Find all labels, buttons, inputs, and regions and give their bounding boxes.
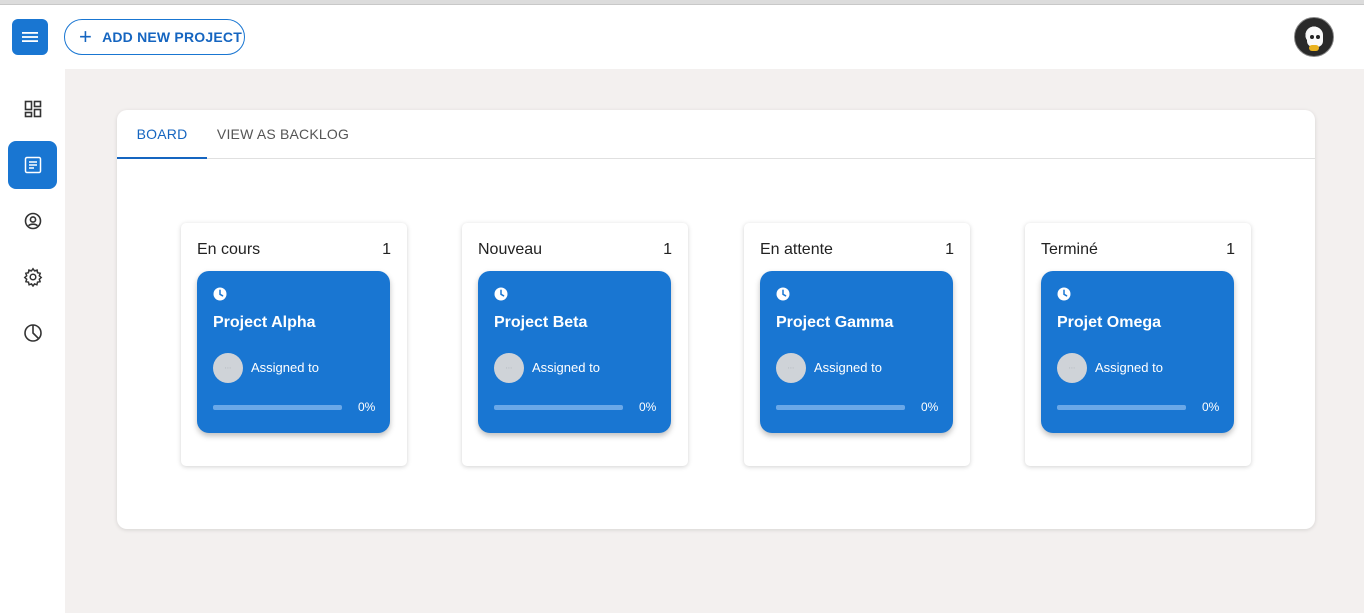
project-title: Project Beta [494, 314, 588, 331]
hamburger-icon [22, 32, 38, 42]
assigned-to-label: Assigned to [251, 360, 319, 375]
column-title: Terminé [1041, 241, 1098, 258]
column-count: 1 [1226, 241, 1235, 258]
project-card[interactable]: Project Beta ⋯ Assigned to 0% [478, 271, 671, 433]
sidebar-item-dashboard[interactable] [8, 85, 57, 133]
board-panel: BOARD VIEW AS BACKLOG En cours 1 Project A… [117, 110, 1315, 529]
sidebar [0, 69, 65, 613]
document-list-icon [24, 156, 41, 174]
assigned-to-label: Assigned to [532, 360, 600, 375]
progress-percent: 0% [639, 400, 657, 414]
progress-percent: 0% [1202, 400, 1220, 414]
menu-button[interactable] [12, 19, 48, 55]
column-count: 1 [945, 241, 954, 258]
column-title: En attente [760, 241, 833, 258]
project-card[interactable]: Project Alpha ⋯ Assigned to 0% [197, 271, 390, 433]
column-header: Terminé 1 [1041, 241, 1235, 259]
tab-board[interactable]: BOARD [117, 110, 207, 159]
assignee-avatar: ⋯ [776, 353, 806, 383]
board-column: Nouveau 1 Project Beta ⋯ Assigned to 0% [462, 223, 688, 466]
board-column: Terminé 1 Projet Omega ⋯ Assigned to 0% [1025, 223, 1251, 466]
project-title: Project Alpha [213, 314, 316, 331]
column-count: 1 [663, 241, 672, 258]
dashboard-icon [24, 100, 41, 118]
add-new-project-label: ADD NEW PROJECT [102, 29, 242, 45]
column-header: En cours 1 [197, 241, 391, 259]
assignee-avatar: ⋯ [213, 353, 243, 383]
add-new-project-button[interactable]: + ADD NEW PROJECT [64, 19, 245, 55]
progress-bar [776, 405, 905, 410]
user-profile-icon [24, 212, 41, 230]
sidebar-item-reports[interactable] [8, 309, 57, 357]
sidebar-item-projects[interactable] [8, 141, 57, 189]
column-header: Nouveau 1 [478, 241, 672, 259]
project-card[interactable]: Projet Omega ⋯ Assigned to 0% [1041, 271, 1234, 433]
progress-percent: 0% [358, 400, 376, 414]
progress-percent: 0% [921, 400, 939, 414]
column-count: 1 [382, 241, 391, 258]
assignee-avatar: ⋯ [494, 353, 524, 383]
board-column: En attente 1 Project Gamma ⋯ Assigned to 0% [744, 223, 970, 466]
main-content: BOARD VIEW AS BACKLOG En cours 1 Project A… [65, 69, 1364, 613]
clock-icon [213, 287, 227, 301]
clock-icon [1057, 287, 1071, 301]
sidebar-item-settings[interactable] [8, 253, 57, 301]
assignee-avatar: ⋯ [1057, 353, 1087, 383]
progress-bar [1057, 405, 1186, 410]
pie-chart-icon [23, 324, 42, 342]
progress-bar [213, 405, 342, 410]
column-title: En cours [197, 241, 261, 258]
progress-bar [494, 405, 623, 410]
assigned-to-label: Assigned to [814, 360, 882, 375]
gear-icon [23, 267, 42, 287]
project-title: Projet Omega [1057, 314, 1162, 331]
board-column: En cours 1 Project Alpha ⋯ Assigned to 0% [181, 223, 407, 466]
plus-icon: + [79, 24, 93, 49]
tab-view-as-backlog[interactable]: VIEW AS BACKLOG [207, 110, 359, 158]
assigned-to-label: Assigned to [1095, 360, 1163, 375]
user-avatar[interactable] [1294, 17, 1334, 57]
tab-bar: BOARD VIEW AS BACKLOG [117, 110, 1315, 159]
column-title: Nouveau [478, 241, 543, 258]
clock-icon [494, 287, 508, 301]
column-header: En attente 1 [760, 241, 954, 259]
project-title: Project Gamma [776, 314, 894, 331]
clock-icon [776, 287, 790, 301]
sidebar-item-profile[interactable] [8, 197, 57, 245]
app-header: + ADD NEW PROJECT [0, 5, 1364, 69]
project-card[interactable]: Project Gamma ⋯ Assigned to 0% [760, 271, 953, 433]
